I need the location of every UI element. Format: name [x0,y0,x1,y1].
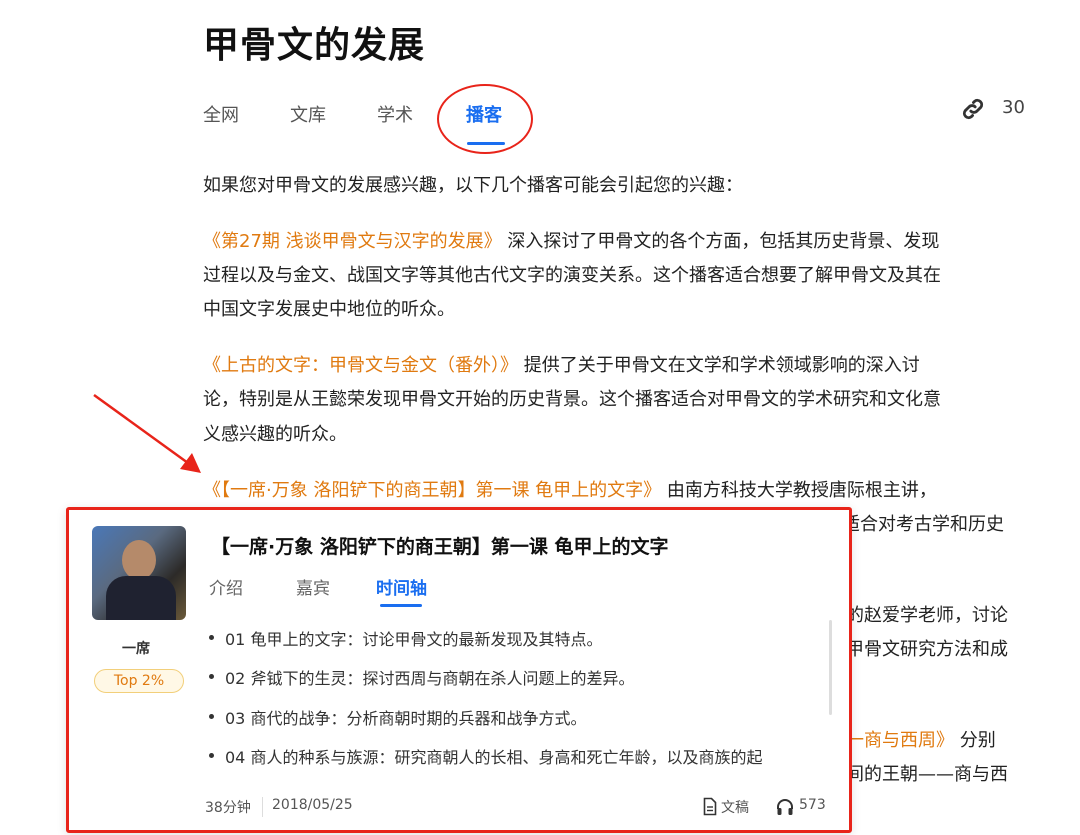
paragraph-text: 的赵爱学老师，讨论 [846,605,1008,626]
intro-text: 如果您对甲骨文的发展感兴趣，以下几个播客可能会引起您的兴趣： [203,175,743,196]
timeline-item[interactable]: 03 商代的战争：分析商朝时期的兵器和战争方式。 [208,705,586,729]
podcast-paragraph-5: 一商与西周》 分别 [846,726,996,752]
source-count: 30 [1002,97,1025,118]
annotation-arrow [93,393,201,473]
paragraph-text: 义感兴趣的听众。 [203,424,347,445]
paragraph-text: 适合对考古学和历史 [842,514,1004,535]
paragraph-text: 甲骨文研究方法和成 [846,639,1008,660]
tab-academic[interactable]: 学术 [377,101,413,127]
rank-badge: Top 2% [94,669,184,693]
tab-intro[interactable]: 介绍 [209,574,243,599]
podcast-cover-image[interactable] [92,526,186,620]
duration: 38分钟 [205,800,251,816]
transcript-button[interactable]: 文稿 [721,797,749,817]
podcast-preview-card: 一席 Top 2% 【一席·万象 洛阳铲下的商王朝】第一课 龟甲上的文字 介绍 … [66,507,852,833]
paragraph-text: 过程以及与金文、战国文字等其他古代文字的演变关系。这个播客适合想要了解甲骨文及其… [203,265,941,286]
link-icon[interactable] [960,96,986,122]
episode-title[interactable]: 【一席·万象 洛阳铲下的商王朝】第一课 龟甲上的文字 [211,532,668,559]
podcast-link-3[interactable]: 《【一席·万象 洛阳铲下的商王朝】第一课 龟甲上的文字》 [203,480,661,501]
tab-library[interactable]: 文库 [290,101,326,127]
active-tab-indicator [380,604,422,607]
paragraph-text: 分别 [959,730,996,751]
paragraph-text: 间的王朝——商与西 [846,764,1008,785]
divider [262,797,263,817]
tab-web[interactable]: 全网 [203,101,239,127]
host-name[interactable]: 一席 [122,638,150,658]
timeline-item[interactable]: 04 商人的种系与族源：研究商朝人的长相、身高和死亡年龄，以及商族的起 [208,744,762,768]
play-count: 573 [799,797,826,813]
timeline-item[interactable]: 02 斧钺下的生灵：探讨西周与商朝在杀人问题上的差异。 [208,665,634,689]
podcast-link-1[interactable]: 《第27期 浅谈甲骨文与汉字的发展》 [203,231,502,252]
paragraph-text: 由南方科技大学教授唐际根主讲， [666,480,937,501]
tab-timeline[interactable]: 时间轴 [376,574,427,599]
podcast-paragraph-2: 《上古的文字：甲骨文与金文（番外）》 提供了关于甲骨文在文学和学术领域影响的深入… [203,351,920,377]
publish-date: 2018/05/25 [272,797,353,813]
annotation-circle [437,84,533,154]
podcast-link-2[interactable]: 《上古的文字：甲骨文与金文（番外）》 [203,355,518,376]
paragraph-text: 深入探讨了甲骨文的各个方面，包括其历史背景、发现 [507,231,940,252]
podcast-paragraph-3: 《【一席·万象 洛阳铲下的商王朝】第一课 龟甲上的文字》 由南方科技大学教授唐际… [203,476,937,502]
paragraph-text: 中国文字发展史中地位的听众。 [203,299,455,320]
paragraph-text: 提供了关于甲骨文在文学和学术领域影响的深入讨 [523,355,920,376]
podcast-paragraph-1: 《第27期 浅谈甲骨文与汉字的发展》 深入探讨了甲骨文的各个方面，包括其历史背景… [203,227,939,253]
tab-guests[interactable]: 嘉宾 [296,574,330,599]
podcast-link-5[interactable]: 一商与西周》 [846,730,954,751]
timeline-item[interactable]: 01 龟甲上的文字：讨论甲骨文的最新发现及其特点。 [208,626,602,650]
headphones-icon [777,799,793,815]
scrollbar[interactable] [829,620,832,715]
paragraph-text: 论，特别是从王懿荣发现甲骨文开始的历史背景。这个播客适合对甲骨文的学术研究和文化… [203,389,941,410]
page-title: 甲骨文的发展 [203,25,426,66]
document-icon[interactable] [703,797,717,816]
